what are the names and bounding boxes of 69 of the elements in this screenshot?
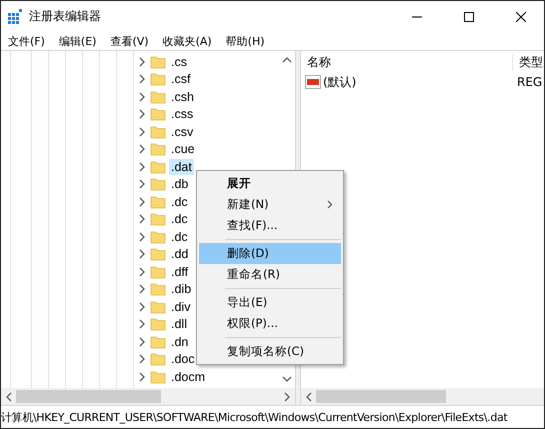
tree-item[interactable]: .dc [169,228,190,245]
folder-icon [150,142,166,156]
context-menu-item[interactable]: 删除(D) [199,243,341,264]
close-icon [516,12,526,22]
tree-item[interactable]: .doc [169,351,197,368]
string-value-icon [305,75,321,89]
tree-item[interactable]: .cs [169,54,189,70]
menu-item[interactable]: 文件(F) [1,32,52,50]
folder-icon [150,107,166,122]
tree-item[interactable]: .div [169,298,192,315]
tree-item[interactable]: .csh [169,88,196,105]
tree-item[interactable]: .dat [169,158,194,175]
context-menu-item[interactable]: 复制项名称(C) [199,341,341,362]
scroll-up-icon[interactable] [282,55,292,65]
folder-icon [150,90,166,104]
tree-item[interactable]: .db [169,176,190,192]
status-path: 计算机\HKEY_CURRENT_USER\SOFTWARE\Microsoft\Windows\CurrentVersion\Explorer\FileExts\.dat [1,410,508,424]
folder-icon [150,230,166,244]
folder-icon [150,54,166,69]
folder-icon [150,160,166,174]
scroll-down-icon[interactable] [282,374,292,384]
context-menu-item[interactable]: 展开 [199,173,341,194]
scrollbar-thumb[interactable] [316,390,446,403]
scrollbar-thumb[interactable] [16,390,161,403]
tree-item[interactable]: .dc [169,211,190,228]
folder-icon [150,352,166,366]
context-menu-item[interactable]: 权限(P)... [199,313,341,334]
menu-item[interactable]: 查看(V) [103,32,156,50]
folder-icon [150,317,166,332]
tree-item[interactable]: .dff [169,264,190,280]
menu-item[interactable]: 编辑(E) [52,32,104,50]
tree-item[interactable]: .dn [169,334,190,350]
folder-icon [150,72,166,86]
context-menu-item[interactable]: 查找(F)... [199,215,341,236]
folder-icon [150,334,166,349]
menu-item[interactable]: 帮助(H) [218,32,272,50]
folder-icon [150,177,166,192]
folder-icon [150,264,166,279]
scroll-left-icon[interactable] [304,392,314,402]
context-menu-item[interactable]: 新建(N) [199,194,341,215]
column-header[interactable]: 名称 [301,54,513,70]
registry-icon [7,8,23,24]
tree-item[interactable]: .css [169,106,196,122]
folder-icon [150,370,166,384]
window-title: 注册表编辑器 [29,8,102,25]
folder-icon [150,282,166,296]
folder-icon [150,247,166,262]
folder-icon [150,212,166,226]
scroll-left-icon[interactable] [4,392,14,402]
context-menu-item[interactable]: 重命名(R) [199,264,341,285]
tree-item[interactable]: .dc [169,194,190,210]
menu-item[interactable]: 收藏夹(A) [156,32,219,50]
folder-icon [150,124,166,139]
maximize-icon [464,12,474,22]
folder-icon [150,300,166,314]
column-header[interactable]: 类型 [513,54,543,70]
tree-item[interactable]: .dd [169,246,190,262]
tree-item[interactable]: .cue [169,141,197,158]
tree-item[interactable]: .csf [169,71,192,88]
tree-item[interactable]: .docm [169,368,208,385]
tree-item[interactable]: .csv [169,124,196,140]
context-menu-item[interactable]: 导出(E) [199,292,341,313]
folder-icon [150,194,166,209]
tree-item[interactable]: .dll [169,316,189,332]
value-type-cell-text: REG [516,75,542,89]
value-name-cell[interactable]: (默认) [301,74,513,90]
tree-item[interactable]: .dib [169,281,194,298]
minimize-icon [412,16,422,18]
scroll-right-icon[interactable] [282,392,292,402]
